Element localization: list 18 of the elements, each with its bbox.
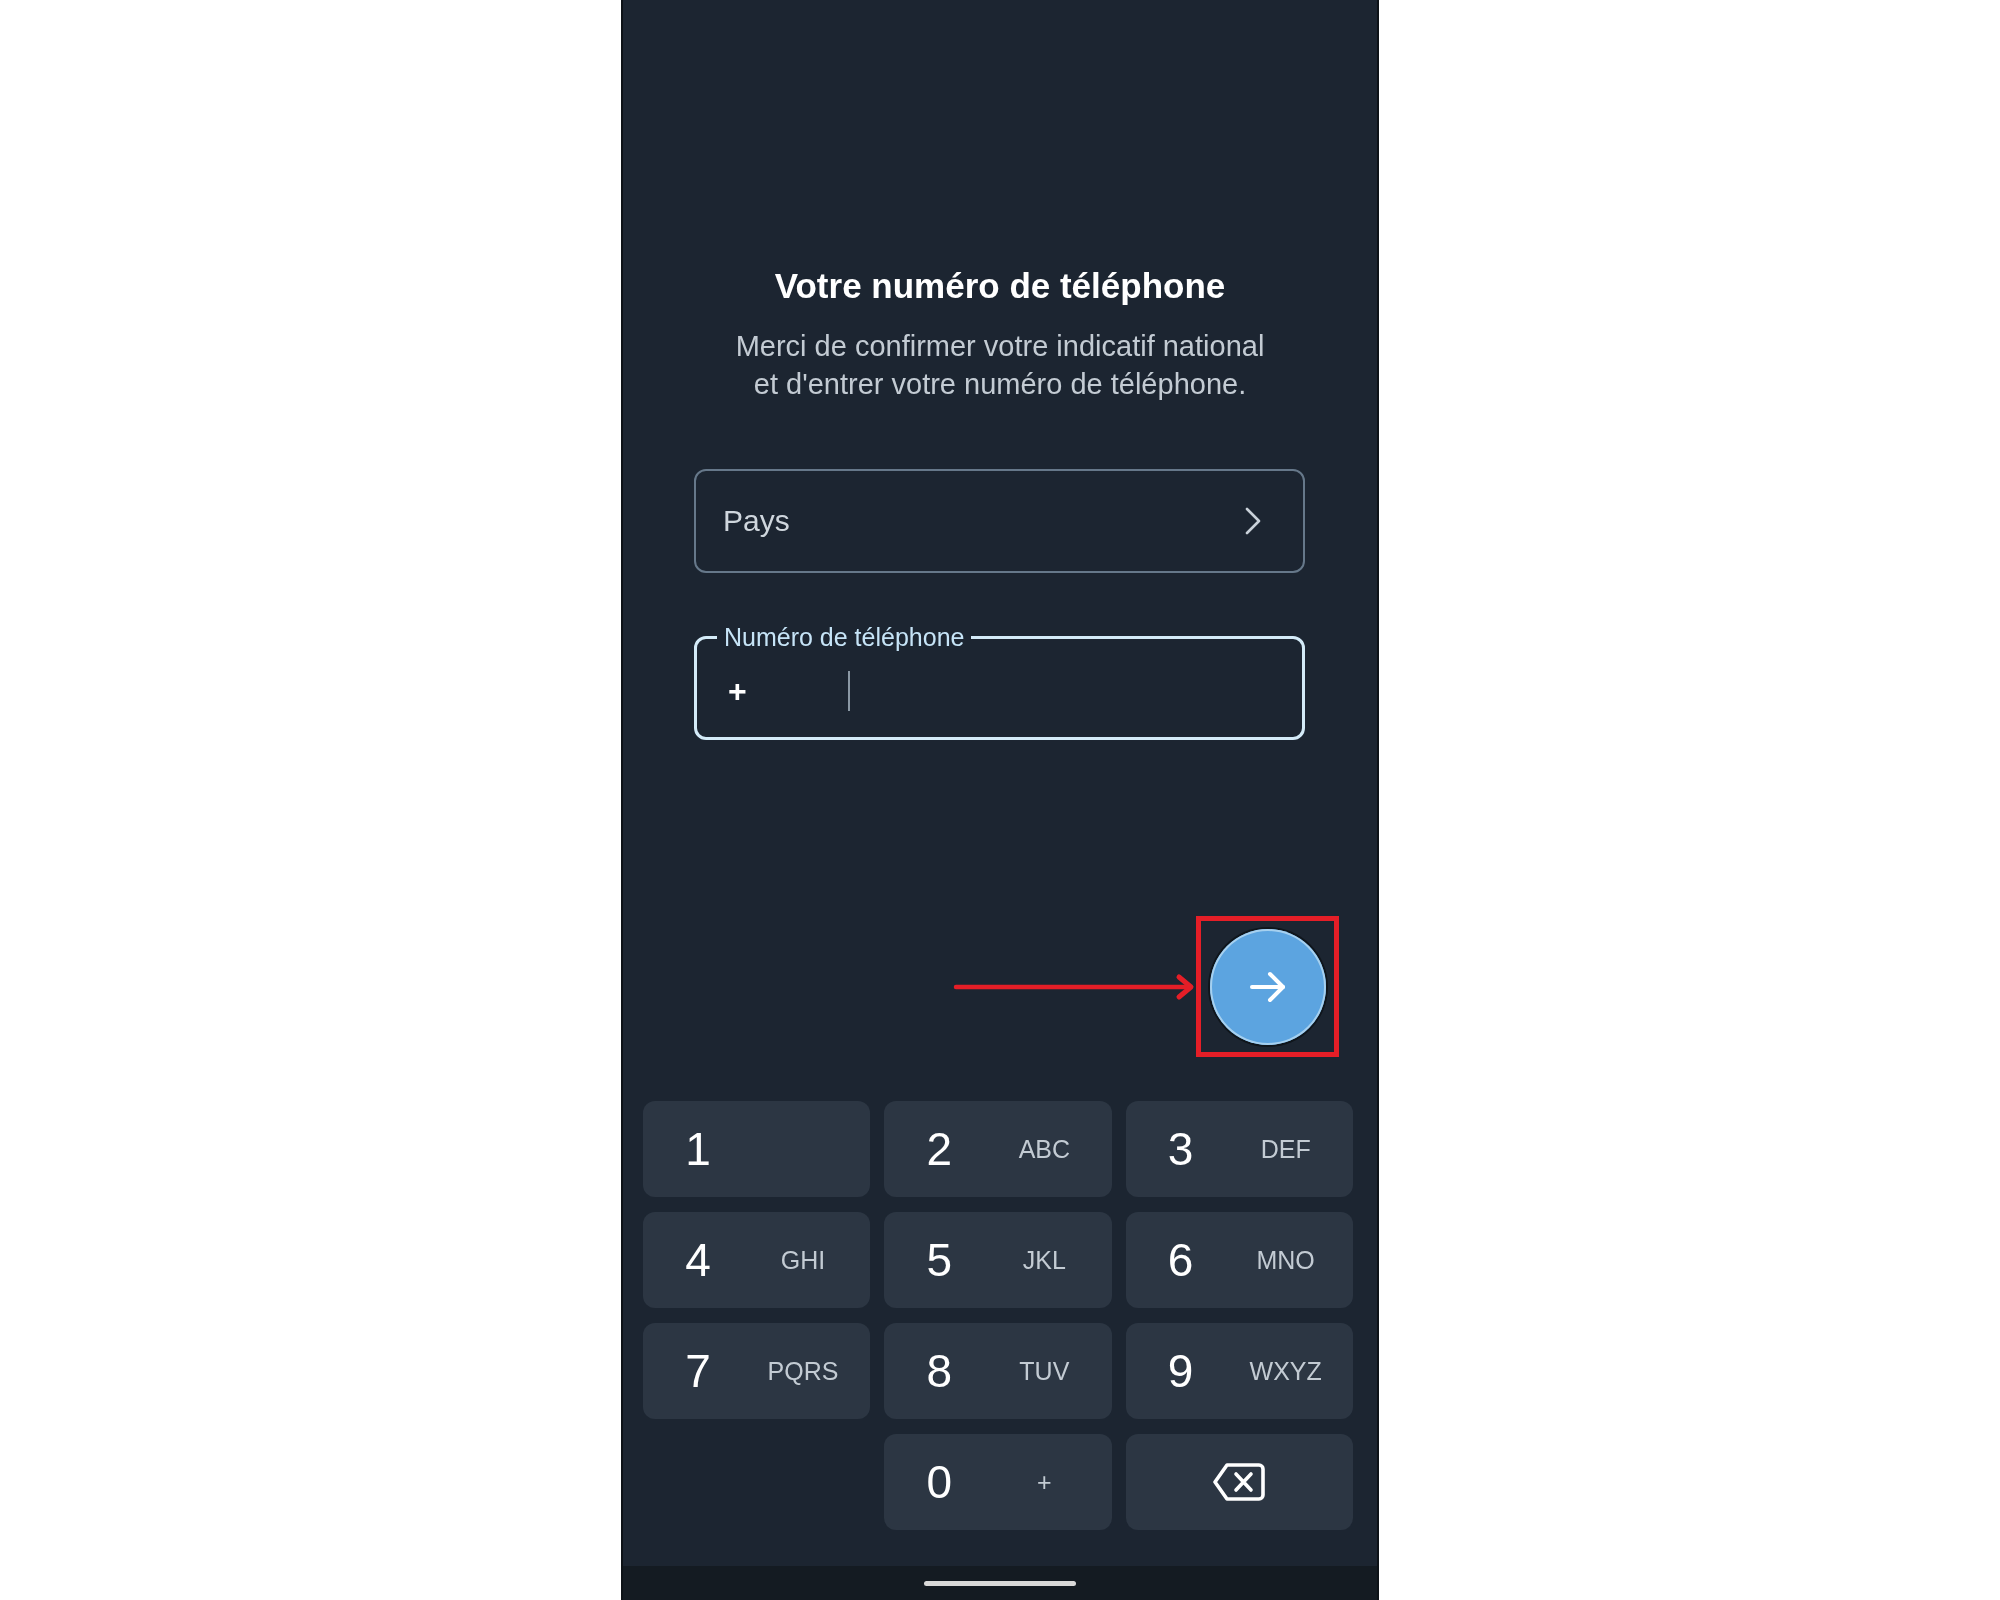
keypad-key[interactable]: 2 ABC [884, 1101, 1112, 1197]
country-selector[interactable]: Pays [694, 469, 1305, 573]
keypad-key[interactable]: 0 + [884, 1434, 1112, 1530]
keypad-key[interactable]: 3 DEF [1125, 1101, 1353, 1197]
backspace-icon [1213, 1463, 1266, 1501]
keypad-key[interactable]: 7 PQRS [643, 1323, 871, 1419]
keypad-key[interactable]: 9 WXYZ [1125, 1323, 1353, 1419]
screen-title: Votre numéro de téléphone [773, 265, 1227, 307]
keypad-key[interactable]: 8 TUV [884, 1323, 1112, 1419]
backspace-key[interactable] [1125, 1434, 1353, 1530]
field-label: Numéro de téléphone [723, 623, 966, 651]
country-code-text: + [728, 672, 748, 710]
keypad-key[interactable]: 1 [643, 1101, 871, 1197]
keypad-key[interactable]: 6 MNO [1125, 1212, 1353, 1308]
keypad-key[interactable]: 4 GHI [643, 1212, 871, 1308]
keypad-key[interactable]: 5 JKL [884, 1212, 1112, 1308]
instruction-text: Merci de confirmer votre indicatif national et d'entrer votre numéro de téléphone. [734, 329, 1266, 402]
chevron-right-icon [1245, 507, 1261, 535]
